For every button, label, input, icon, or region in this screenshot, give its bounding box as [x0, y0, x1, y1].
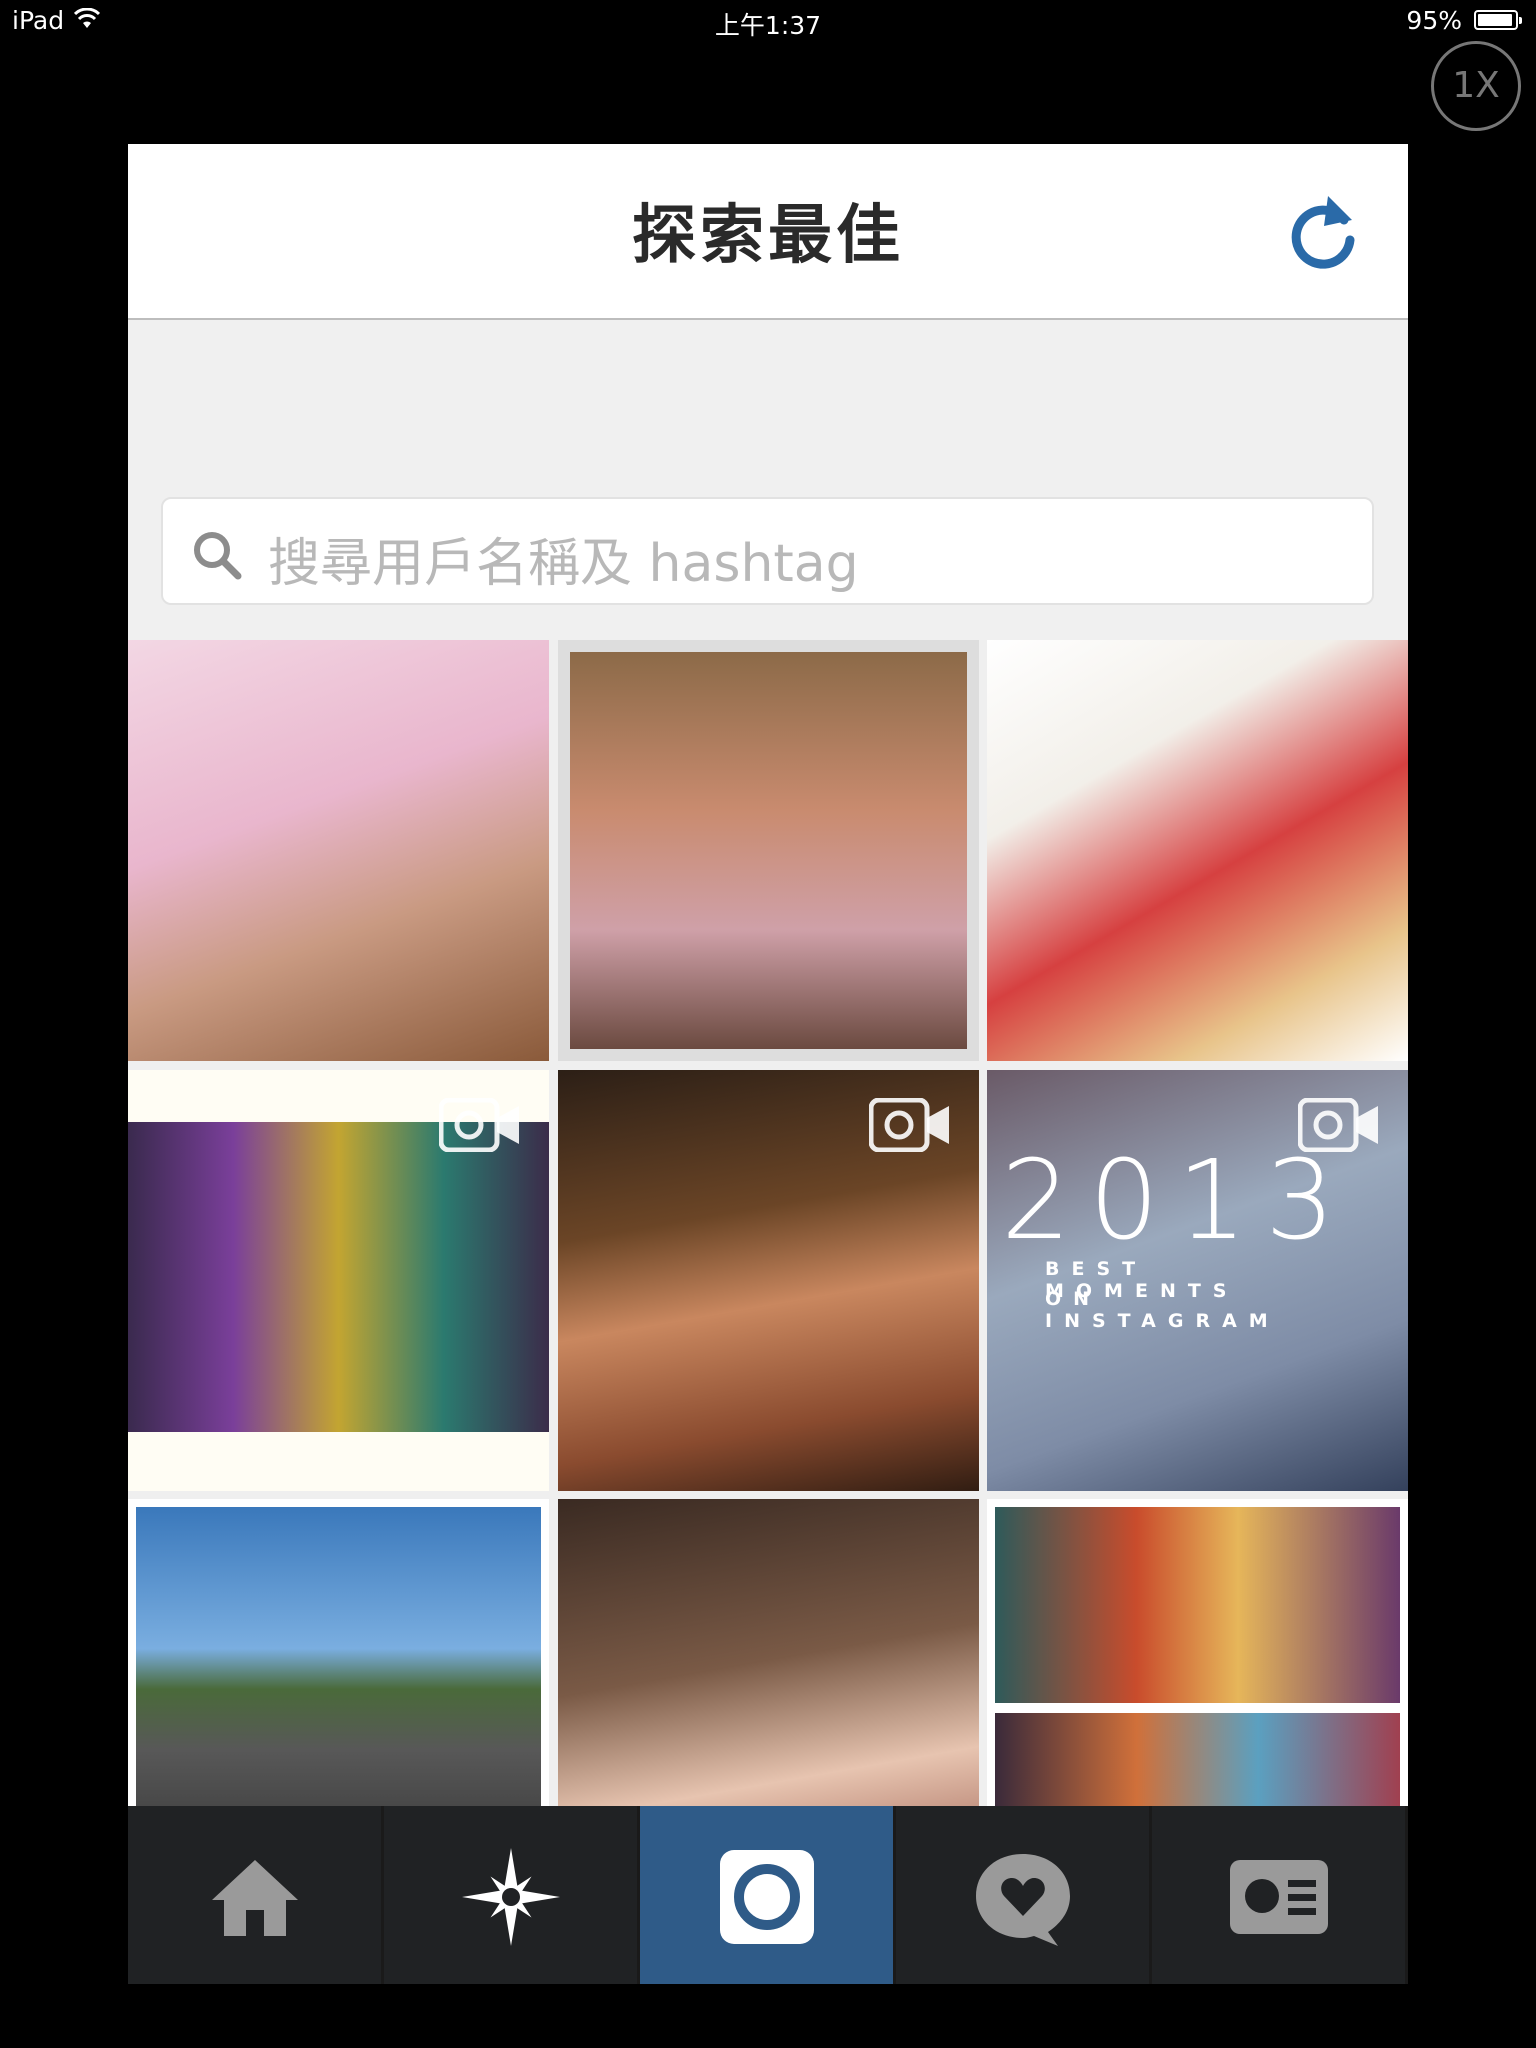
- video-tile-2013-best-moments[interactable]: 2013 BEST MOMENTS ON INSTAGRAM: [987, 1070, 1408, 1491]
- photo-image: [995, 1507, 1400, 1703]
- tab-profile[interactable]: [1152, 1806, 1405, 1984]
- tab-news[interactable]: [896, 1806, 1149, 1984]
- overlay-line2: ON INSTAGRAM: [1045, 1288, 1280, 1332]
- home-icon: [212, 1860, 298, 1936]
- photo-image: [128, 1122, 549, 1432]
- tab-home[interactable]: [128, 1806, 381, 1984]
- video-tile-woman-champagne[interactable]: [558, 1070, 979, 1491]
- search-input[interactable]: 搜尋用戶名稱及 hashtag: [161, 497, 1374, 605]
- photo-tile-toy-kitchen[interactable]: [128, 640, 549, 1061]
- search-icon: [194, 532, 242, 580]
- tab-explore[interactable]: [384, 1806, 637, 1984]
- photo-tile-snowman-cookies[interactable]: [987, 640, 1408, 1061]
- search-placeholder: 搜尋用戶名稱及 hashtag: [268, 534, 859, 594]
- search-area: 搜尋用戶名稱及 hashtag: [128, 320, 1408, 640]
- explore-screen: 探索最佳 搜尋用戶名稱及 hashtag 2013 BEST MOMENTS O…: [128, 144, 1408, 1984]
- profile-card-icon: [1230, 1860, 1328, 1934]
- video-camera-icon: [869, 1098, 949, 1152]
- zoom-1x-button[interactable]: 1X: [1431, 41, 1521, 131]
- status-bar: iPad 上午1:37 95%: [0, 0, 1536, 40]
- video-camera-icon: [1298, 1098, 1378, 1152]
- battery-icon: [1474, 10, 1522, 30]
- battery-percentage: 95%: [1406, 6, 1462, 35]
- photo-image: [570, 652, 967, 1049]
- photo-tile-family-pajamas[interactable]: [558, 640, 979, 1061]
- header: 探索最佳: [128, 144, 1408, 320]
- video-camera-icon: [439, 1098, 519, 1152]
- camera-icon: [720, 1850, 814, 1944]
- photo-grid: 2013 BEST MOMENTS ON INSTAGRAM: [128, 640, 1408, 1958]
- news-heart-icon: [976, 1854, 1070, 1946]
- tab-camera[interactable]: [640, 1806, 893, 1984]
- status-time: 上午1:37: [714, 11, 822, 40]
- tab-bar: [128, 1806, 1408, 1984]
- explore-star-icon: [462, 1848, 560, 1946]
- video-tile-group-graffiti[interactable]: [128, 1070, 549, 1491]
- overlay-year: 2013: [1001, 1136, 1353, 1264]
- refresh-icon[interactable]: [1278, 190, 1368, 280]
- page-title: 探索最佳: [632, 199, 904, 273]
